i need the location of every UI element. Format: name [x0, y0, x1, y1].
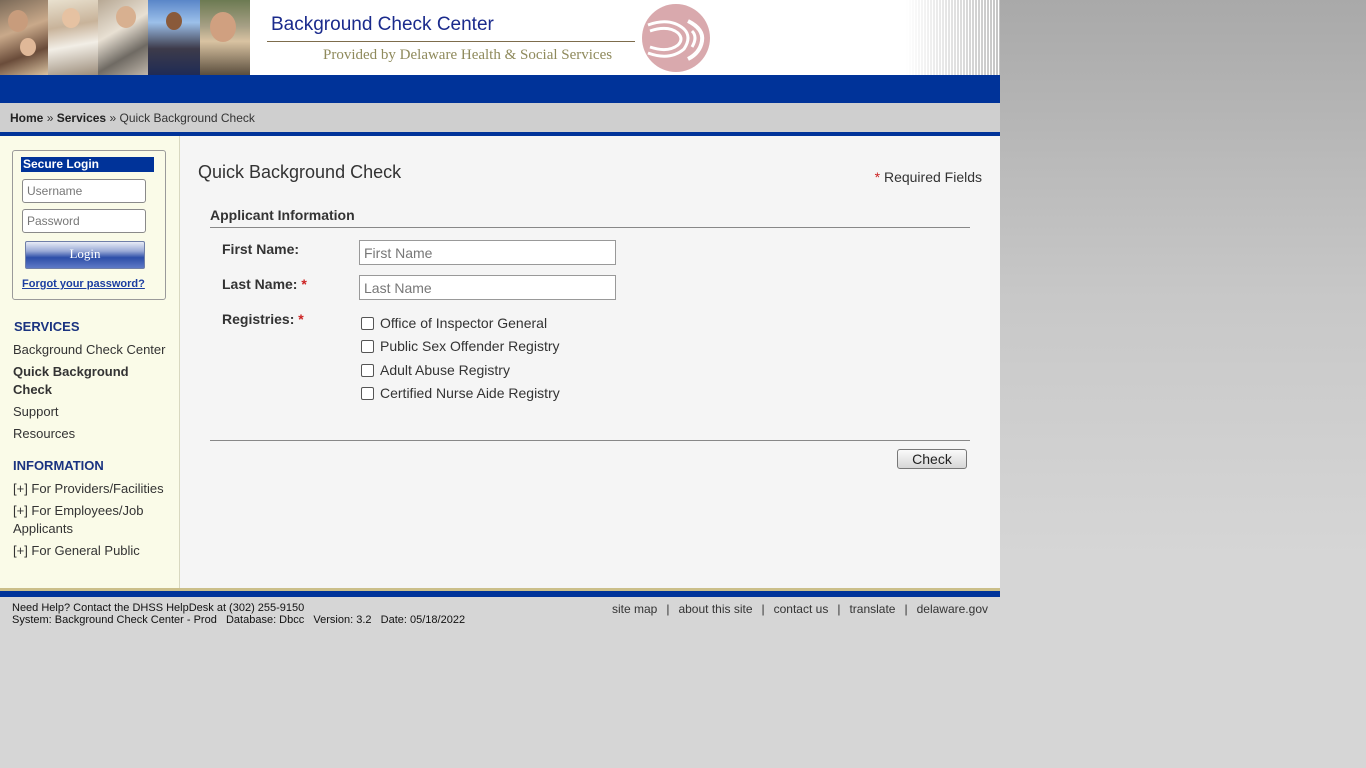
checkbox[interactable] [361, 316, 374, 330]
footer-separator: | [837, 602, 841, 616]
nav-item-background-check-center[interactable]: Background Check Center [13, 341, 173, 359]
background-gradient [1000, 0, 1366, 768]
header-stripes [905, 0, 1000, 75]
footer-link-site-map[interactable]: site map [612, 602, 657, 616]
footer-link-delaware-gov[interactable]: delaware.gov [917, 602, 988, 616]
elderly-man-photo [98, 0, 148, 75]
breadcrumb-home[interactable]: Home [10, 111, 43, 125]
site-title: Background Check Center [271, 14, 494, 35]
registry-label: Office of Inspector General [380, 315, 548, 331]
top-nav-bar [0, 75, 1000, 103]
section-heading: Applicant Information [210, 207, 355, 223]
form-bottom-divider [210, 440, 970, 441]
site-subtitle: Provided by Delaware Health & Social Ser… [323, 47, 613, 63]
man-with-cap-photo [200, 0, 250, 75]
registries-label-text: Registries: [222, 311, 295, 327]
wheelchair-athlete-photo [148, 0, 200, 75]
doctor-photo [48, 0, 98, 75]
nav-item-general-public[interactable]: [+] For General Public [13, 542, 173, 560]
system-info: System: Background Check Center - Prod D… [12, 614, 466, 626]
required-fields-note: * Required Fields [875, 169, 982, 185]
registry-label: Certified Nurse Aide Registry [380, 385, 560, 401]
checkbox[interactable] [361, 386, 374, 400]
secure-login-box: Secure Login Login Forgot your password? [12, 150, 166, 300]
site-footer: Need Help? Contact the DHSS HelpDesk at … [0, 597, 1000, 637]
login-button[interactable]: Login [25, 241, 145, 269]
nav-item-resources[interactable]: Resources [13, 425, 173, 443]
registry-label: Adult Abuse Registry [380, 362, 510, 378]
checkbox[interactable] [361, 363, 374, 377]
secure-login-heading: Secure Login [21, 157, 154, 172]
nav-item-support[interactable]: Support [13, 403, 173, 421]
check-button[interactable]: Check [897, 449, 967, 469]
dhss-logo-icon [642, 4, 710, 72]
required-fields-label: Required Fields [880, 169, 982, 185]
section-divider [210, 227, 970, 228]
required-star: * [301, 276, 307, 292]
registry-option[interactable]: Office of Inspector General [361, 315, 547, 331]
breadcrumb-services[interactable]: Services [57, 111, 106, 125]
registry-option[interactable]: Public Sex Offender Registry [361, 338, 560, 354]
breadcrumb-current: Quick Background Check [119, 111, 255, 125]
nav-item-employees[interactable]: [+] For Employees/Job Applicants [13, 502, 163, 538]
forgot-password-link[interactable]: Forgot your password? [22, 278, 145, 290]
site-header: Background Check Center Provided by Dela… [0, 0, 1000, 75]
information-heading: INFORMATION [13, 458, 104, 473]
registry-option[interactable]: Certified Nurse Aide Registry [361, 385, 560, 401]
footer-link-contact[interactable]: contact us [774, 602, 829, 616]
last-name-label-text: Last Name: [222, 276, 298, 292]
breadcrumb-separator: » [109, 111, 117, 125]
family-photo [0, 0, 48, 75]
header-divider [267, 41, 635, 42]
last-name-label: Last Name: * [222, 276, 307, 292]
username-input[interactable] [22, 179, 146, 203]
nav-item-quick-background-check[interactable]: Quick Background Check [13, 363, 143, 399]
helpdesk-text: Need Help? Contact the DHSS HelpDesk at … [12, 602, 305, 614]
page: Background Check Center Provided by Dela… [0, 0, 1000, 768]
sidebar: Secure Login Login Forgot your password?… [0, 136, 180, 588]
footer-help: Need Help? Contact the DHSS HelpDesk at … [12, 602, 465, 626]
breadcrumb-separator: » [46, 111, 54, 125]
footer-separator: | [904, 602, 908, 616]
first-name-input[interactable] [359, 240, 616, 265]
main-content: Quick Background Check * Required Fields… [180, 136, 1000, 588]
breadcrumb: Home » Services » Quick Background Check [0, 103, 1000, 132]
footer-link-translate[interactable]: translate [849, 602, 895, 616]
password-input[interactable] [22, 209, 146, 233]
header-photo-strip [0, 0, 250, 75]
footer-separator: | [666, 602, 670, 616]
registry-option[interactable]: Adult Abuse Registry [361, 362, 510, 378]
services-heading: SERVICES [14, 319, 80, 334]
nav-item-providers[interactable]: [+] For Providers/Facilities [13, 480, 173, 498]
footer-links: site map | about this site | contact us | tran… [612, 602, 988, 616]
checkbox[interactable] [361, 339, 374, 353]
page-title: Quick Background Check [198, 162, 402, 182]
registry-label: Public Sex Offender Registry [380, 338, 560, 354]
footer-separator: | [761, 602, 765, 616]
registries-label: Registries: * [222, 311, 304, 327]
footer-link-about[interactable]: about this site [678, 602, 752, 616]
first-name-label: First Name: [222, 241, 300, 257]
required-star: * [298, 311, 304, 327]
last-name-input[interactable] [359, 275, 616, 300]
